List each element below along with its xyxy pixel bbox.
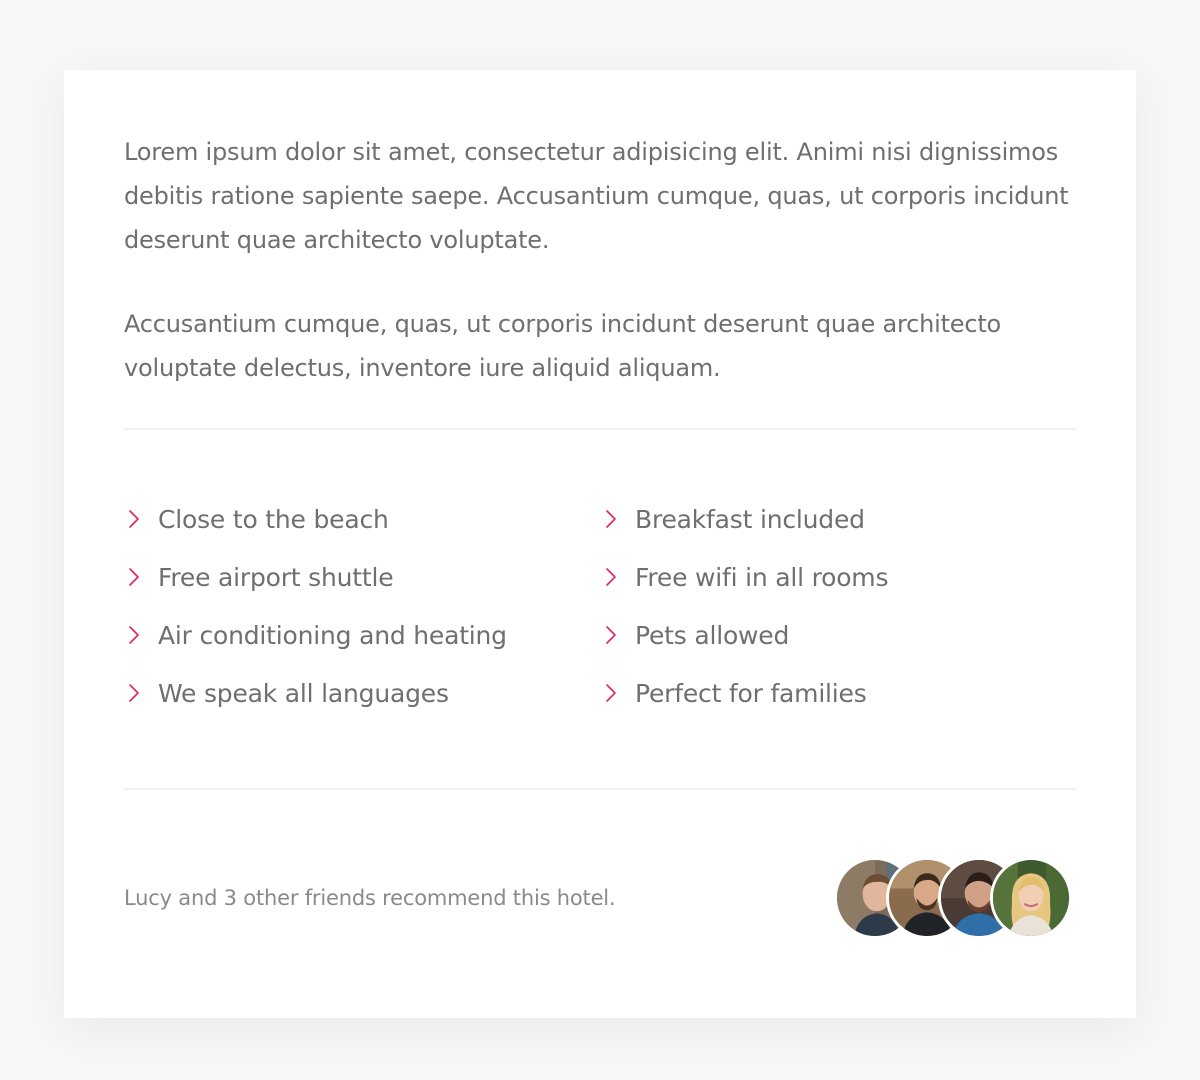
feature-label: Free airport shuttle: [158, 562, 394, 592]
feature-label: Perfect for families: [635, 678, 867, 708]
avatar-lucy[interactable]: [990, 857, 1072, 939]
chevron-right-icon: [124, 509, 158, 529]
chevron-right-icon: [601, 509, 635, 529]
feature-label: Free wifi in all rooms: [635, 562, 889, 592]
feature-item: We speak all languages: [124, 664, 601, 722]
chevron-right-icon: [124, 567, 158, 587]
feature-item: Close to the beach: [124, 490, 601, 548]
feature-label: We speak all languages: [158, 678, 449, 708]
feature-item: Free airport shuttle: [124, 548, 601, 606]
feature-item: Free wifi in all rooms: [601, 548, 888, 606]
feature-label: Close to the beach: [158, 504, 389, 534]
hotel-info-card: Lorem ipsum dolor sit amet, consectetur …: [64, 70, 1136, 1018]
friend-avatars: [834, 857, 1072, 939]
feature-item: Perfect for families: [601, 664, 888, 722]
chevron-right-icon: [124, 683, 158, 703]
feature-label: Breakfast included: [635, 504, 865, 534]
features-column-right: Breakfast included Free wifi in all room…: [601, 490, 888, 722]
features-list: Close to the beach Free airport shuttle …: [124, 430, 1076, 788]
feature-item: Air conditioning and heating: [124, 606, 601, 664]
description-paragraph-2: Accusantium cumque, quas, ut corporis in…: [124, 310, 1002, 382]
feature-label: Air conditioning and heating: [158, 620, 507, 650]
chevron-right-icon: [601, 683, 635, 703]
chevron-right-icon: [124, 625, 158, 645]
feature-item: Breakfast included: [601, 490, 888, 548]
recommendation-text: Lucy and 3 other friends recommend this …: [124, 886, 616, 910]
chevron-right-icon: [601, 567, 635, 587]
feature-item: Pets allowed: [601, 606, 888, 664]
recommendation-footer: Lucy and 3 other friends recommend this …: [124, 790, 1076, 1006]
features-column-left: Close to the beach Free airport shuttle …: [124, 490, 601, 722]
description-paragraph-1: Lorem ipsum dolor sit amet, consectetur …: [124, 138, 1069, 254]
hotel-description: Lorem ipsum dolor sit amet, consectetur …: [124, 130, 1076, 390]
feature-label: Pets allowed: [635, 620, 790, 650]
chevron-right-icon: [601, 625, 635, 645]
